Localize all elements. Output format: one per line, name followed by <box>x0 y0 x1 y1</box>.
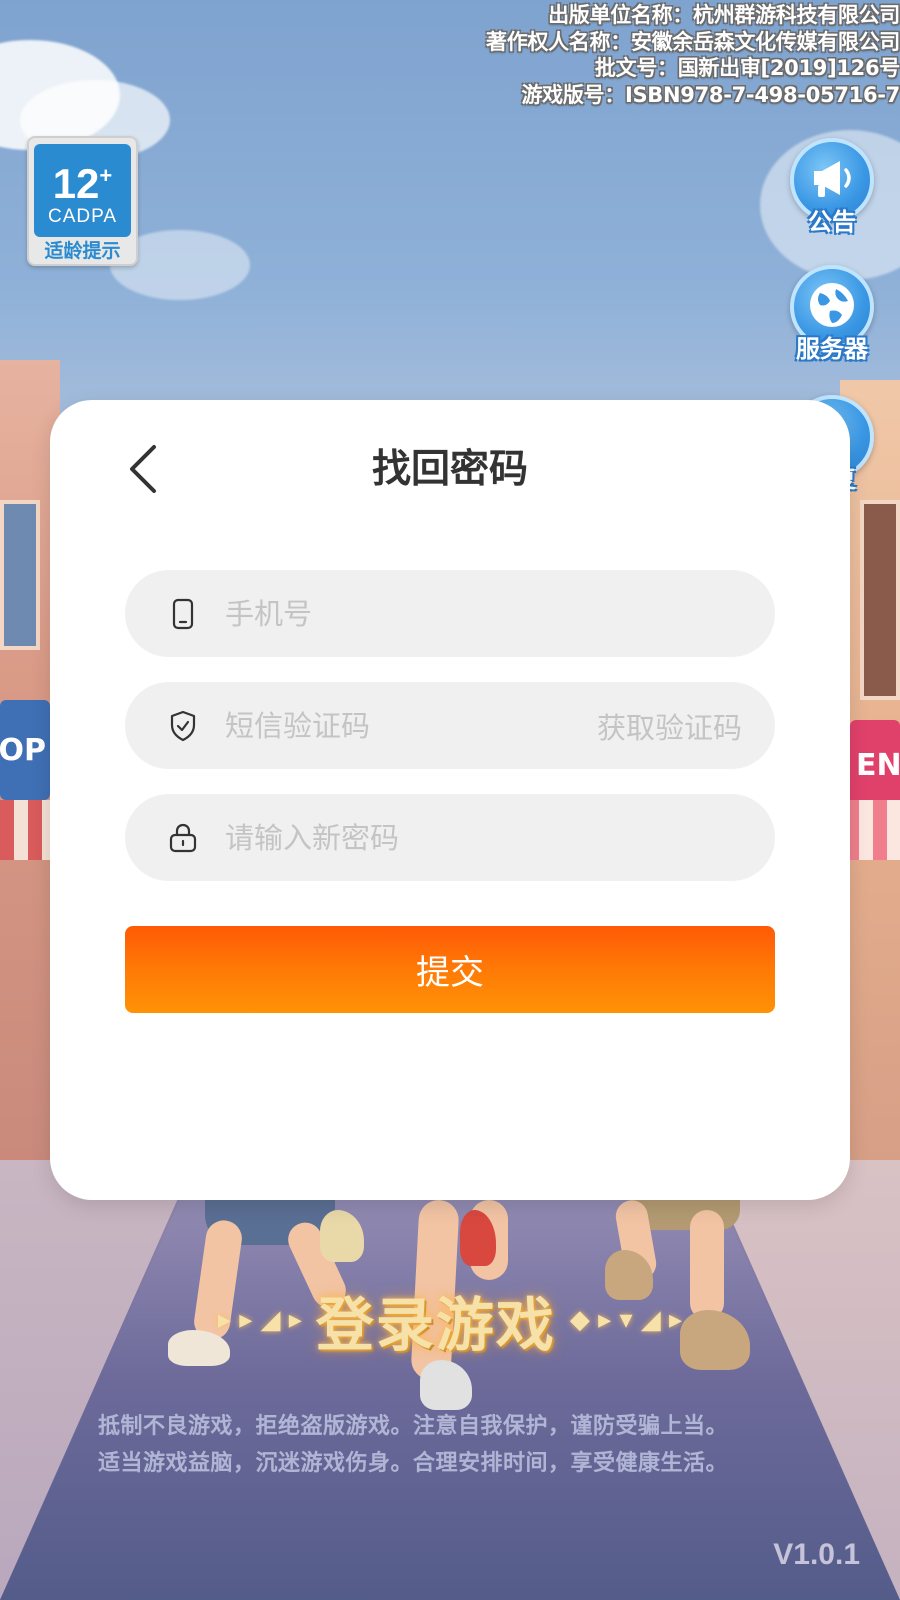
notice-button[interactable]: 公告 <box>786 138 878 237</box>
forgot-password-dialog: 找回密码 获取验证码 提交 <box>50 400 850 1200</box>
notice-button-label: 公告 <box>808 208 856 236</box>
sms-code-input[interactable] <box>225 708 597 743</box>
window <box>860 500 900 700</box>
age-rating-tip: 适龄提示 <box>44 240 121 262</box>
lock-icon <box>168 821 198 855</box>
shop-sign-right: EN <box>850 720 900 810</box>
phone-field <box>125 570 775 657</box>
sms-code-field: 获取验证码 <box>125 682 775 769</box>
publication-info: 出版单位名称：杭州群游科技有限公司 著作权人名称：安徽余岳森文化传媒有限公司 批… <box>486 2 900 108</box>
server-button[interactable]: 服务器 <box>786 265 878 364</box>
isbn-line: 游戏版号：ISBN978-7-498-05716-7 <box>521 82 900 107</box>
globe-icon <box>806 279 858 335</box>
phone-input[interactable] <box>225 596 775 631</box>
approval-number-line: 批文号：国新出审[2019]126号 <box>594 56 900 80</box>
publisher-line: 出版单位名称：杭州群游科技有限公司 <box>548 3 900 27</box>
awning-left <box>0 800 55 860</box>
version-label: V1.0.1 <box>773 1538 860 1571</box>
age-rating-org: CADPA <box>47 205 118 227</box>
login-game-label: 登录游戏 <box>315 1291 556 1359</box>
age-rating-badge[interactable]: 12+ CADPA 适龄提示 <box>27 136 138 266</box>
health-notice-line: 适当游戏益脑，沉迷游戏伤身。合理安排时间，享受健康生活。 <box>98 1451 729 1476</box>
new-password-input[interactable] <box>225 820 775 855</box>
health-notice-line: 抵制不良游戏，拒绝盗版游戏。注意自我保护，谨防受骗上当。 <box>98 1414 729 1439</box>
megaphone-icon <box>808 157 856 203</box>
shop-sign-left: OP <box>0 700 50 800</box>
new-password-field <box>125 794 775 881</box>
sparkle-decoration: ◆ ▸ ▾ ◢ ▸ <box>569 1305 683 1335</box>
sparkle-decoration: ▸ ▸ ◢ ▸ <box>217 1305 302 1335</box>
copyright-owner-line: 著作权人名称：安徽余岳森文化传媒有限公司 <box>486 29 900 54</box>
get-code-button[interactable]: 获取验证码 <box>597 705 742 747</box>
window <box>0 500 40 650</box>
age-rating-panel: 12+ CADPA <box>34 144 131 237</box>
dialog-title: 找回密码 <box>371 447 528 492</box>
phone-icon <box>168 597 198 631</box>
age-rating-number: 12+ <box>52 159 113 207</box>
awning-right <box>845 800 900 860</box>
submit-button[interactable]: 提交 <box>125 926 775 1013</box>
login-game-button[interactable]: ▸ ▸ ◢ ▸ 登录游戏 ◆ ▸ ▾ ◢ ▸ <box>0 1280 900 1360</box>
shield-check-icon <box>168 709 198 743</box>
health-gaming-notice: 抵制不良游戏，拒绝盗版游戏。注意自我保护，谨防受骗上当。 适当游戏益脑，沉迷游戏… <box>98 1408 818 1482</box>
server-button-label: 服务器 <box>796 335 868 363</box>
